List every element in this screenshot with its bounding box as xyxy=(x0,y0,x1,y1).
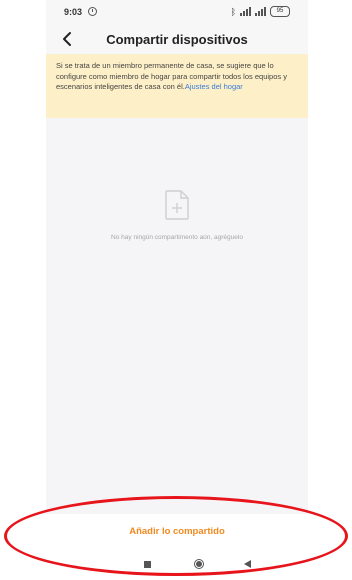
empty-state: No hay ningún compartimento aún, agrégue… xyxy=(46,190,308,241)
page-title: Compartir dispositivos xyxy=(106,32,248,47)
battery-icon: 95 xyxy=(270,6,290,17)
empty-state-text: No hay ningún compartimento aún, agrégue… xyxy=(111,234,243,241)
document-plus-icon xyxy=(165,190,189,220)
recent-apps-square-icon[interactable] xyxy=(144,561,151,568)
bluetooth-icon: ᛒ xyxy=(230,6,236,17)
signal-icon-2 xyxy=(255,7,266,16)
phone-screen: 9:03 ᛒ 95 Compartir dispositivos Si se t… xyxy=(46,0,308,580)
status-icons: ᛒ 95 xyxy=(231,6,290,17)
home-circle-icon[interactable] xyxy=(194,559,204,569)
header: Compartir dispositivos xyxy=(46,24,308,54)
add-shared-button[interactable]: Añadir lo compartido xyxy=(46,514,308,550)
back-triangle-icon[interactable] xyxy=(244,560,251,568)
status-bar: 9:03 ᛒ 95 xyxy=(46,0,308,24)
status-time: 9:03 xyxy=(64,7,83,17)
add-shared-label: Añadir lo compartido xyxy=(129,526,225,537)
notice-text: Si se trata de un miembro permanente de … xyxy=(56,61,287,91)
battery-level: 95 xyxy=(276,8,284,14)
home-settings-link[interactable]: Ajustes del hogar xyxy=(185,82,243,91)
notice-banner: Si se trata de un miembro permanente de … xyxy=(46,54,308,118)
alarm-icon xyxy=(88,7,97,16)
android-nav-bar xyxy=(46,550,308,580)
signal-icon xyxy=(240,7,251,16)
